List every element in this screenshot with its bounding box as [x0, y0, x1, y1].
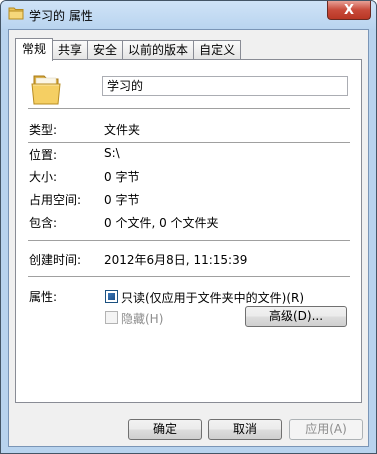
tab-security[interactable]: 安全: [87, 40, 124, 60]
close-icon: X: [343, 2, 355, 18]
general-panel: 学习的 类型: 文件夹 位置: S:\ 大小: 0 字节 占用空间: 0 字节 …: [15, 59, 362, 403]
ok-button[interactable]: 确定: [128, 419, 202, 440]
tab-general[interactable]: 常规: [15, 38, 54, 61]
created-value: 2012年6月8日, 11:15:39: [104, 253, 248, 267]
advanced-button[interactable]: 高级(D)...: [245, 306, 347, 327]
tab-strip: 常规 共享 安全 以前的版本 自定义: [15, 38, 242, 61]
properties-window: 学习的 属性 X 常规 共享 安全 以前的版本 自定义 学习的 类型: 文件夹: [0, 0, 377, 454]
divider: [28, 142, 350, 143]
divider: [28, 240, 350, 241]
indeterminate-fill: [108, 293, 115, 300]
readonly-label[interactable]: 只读(仅应用于文件夹中的文件)(R): [121, 289, 304, 306]
title-bar[interactable]: 学习的 属性 X: [1, 1, 376, 29]
contains-label: 包含:: [29, 216, 58, 230]
size-on-disk-value: 0 字节: [104, 193, 140, 207]
type-label: 类型:: [29, 123, 58, 137]
readonly-checkbox[interactable]: [105, 290, 118, 303]
apply-button[interactable]: 应用(A): [289, 419, 363, 440]
size-on-disk-label: 占用空间:: [29, 193, 82, 207]
dialog-client: 常规 共享 安全 以前的版本 自定义 学习的 类型: 文件夹 位置: S:\ 大…: [8, 29, 369, 447]
size-value: 0 字节: [104, 170, 140, 184]
cancel-button[interactable]: 取消: [208, 419, 282, 440]
divider: [28, 276, 350, 277]
tab-customize[interactable]: 自定义: [193, 40, 242, 60]
created-label: 创建时间:: [29, 253, 82, 267]
hidden-checkbox[interactable]: [105, 311, 118, 324]
tab-previous-versions[interactable]: 以前的版本: [122, 40, 195, 60]
folder-icon: [31, 75, 61, 105]
contains-value: 0 个文件, 0 个文件夹: [104, 216, 219, 230]
hidden-label[interactable]: 隐藏(H): [121, 310, 163, 327]
folder-name-input[interactable]: 学习的: [102, 76, 348, 96]
attributes-label: 属性:: [29, 290, 58, 304]
size-label: 大小:: [29, 170, 58, 184]
tab-sharing[interactable]: 共享: [52, 40, 89, 60]
location-label: 位置:: [29, 148, 58, 162]
window-title: 学习的 属性: [29, 9, 93, 23]
close-button[interactable]: X: [327, 1, 371, 20]
divider: [28, 108, 350, 109]
type-value: 文件夹: [104, 123, 141, 137]
location-value: S:\: [104, 146, 120, 160]
folder-icon: [8, 7, 24, 20]
